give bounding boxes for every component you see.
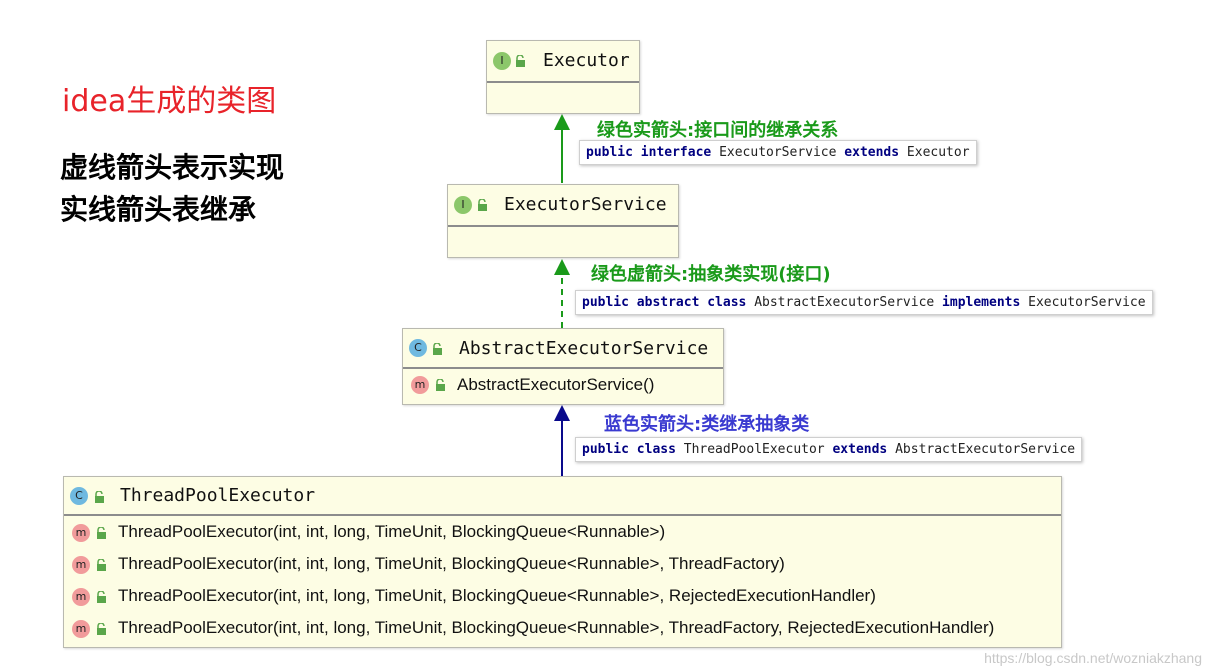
method-signature: ThreadPoolExecutor(int, int, long, TimeU… xyxy=(118,586,876,605)
method-signature: ThreadPoolExecutor(int, int, long, TimeU… xyxy=(118,618,995,637)
public-lock-icon xyxy=(95,491,104,503)
public-lock-icon xyxy=(97,527,106,539)
arrowhead-aes-to-es xyxy=(554,259,570,275)
code-type: AbstractExecutorService xyxy=(895,442,1076,457)
abstract-class-icon: C xyxy=(409,339,427,357)
code-keyword: implements xyxy=(942,295,1021,310)
code-type: ThreadPoolExecutor xyxy=(683,442,825,457)
public-lock-icon xyxy=(436,379,445,391)
annotation-interface-inheritance: 绿色实箭头:接口间的继承关系 xyxy=(597,120,839,141)
method-row[interactable]: m ThreadPoolExecutor(int, int, long, Tim… xyxy=(64,548,1061,580)
interface-icon: I xyxy=(454,196,472,214)
public-lock-icon xyxy=(97,559,106,571)
public-lock-icon xyxy=(478,199,487,211)
code-keyword: public interface xyxy=(586,145,712,160)
class-header: I Executor xyxy=(487,41,639,83)
class-header: C ThreadPoolExecutor xyxy=(64,477,1061,516)
interface-icon: I xyxy=(493,52,511,70)
method-icon: m xyxy=(72,588,90,606)
method-signature: AbstractExecutorService() xyxy=(457,375,655,394)
public-lock-icon xyxy=(97,623,106,635)
code-keyword: extends xyxy=(844,145,900,160)
class-name: ExecutorService xyxy=(504,194,667,215)
method-icon: m xyxy=(72,620,90,638)
class-name: AbstractExecutorService xyxy=(459,338,709,359)
method-row[interactable]: m ThreadPoolExecutor(int, int, long, Tim… xyxy=(64,612,1061,644)
annotation-abstract-implements: 绿色虚箭头:抽象类实现(接口) xyxy=(591,264,831,285)
arrowhead-es-to-executor xyxy=(554,114,570,130)
method-signature: ThreadPoolExecutor(int, int, long, TimeU… xyxy=(118,554,785,573)
class-box-executor[interactable]: I Executor xyxy=(486,40,640,114)
method-icon: m xyxy=(72,556,90,574)
annotation-class-extends: 蓝色实箭头:类继承抽象类 xyxy=(604,414,810,435)
code-type: ExecutorService xyxy=(1028,295,1146,310)
code-tooltip-executor-service: public interface ExecutorService extends… xyxy=(579,140,977,165)
method-signature: ThreadPoolExecutor(int, int, long, TimeU… xyxy=(118,522,666,541)
code-tooltip-thread-pool-executor: public class ThreadPoolExecutor extends … xyxy=(575,437,1083,462)
class-icon: C xyxy=(70,487,88,505)
class-name: ThreadPoolExecutor xyxy=(120,485,316,506)
class-box-abstract-executor-service[interactable]: C AbstractExecutorService m AbstractExec… xyxy=(402,328,724,405)
class-box-executor-service[interactable]: I ExecutorService xyxy=(447,184,679,258)
class-header: C AbstractExecutorService xyxy=(403,329,723,369)
class-box-thread-pool-executor[interactable]: C ThreadPoolExecutor m ThreadPoolExecuto… xyxy=(63,476,1062,648)
public-lock-icon xyxy=(97,591,106,603)
code-type: Executor xyxy=(906,145,970,160)
code-keyword: public abstract class xyxy=(582,295,747,310)
method-icon: m xyxy=(411,376,429,394)
public-lock-icon xyxy=(516,55,525,67)
watermark: https://blog.csdn.net/wozniakzhang xyxy=(984,650,1202,666)
code-type: ExecutorService xyxy=(719,145,837,160)
code-keyword: public class xyxy=(582,442,676,457)
method-row[interactable]: m AbstractExecutorService() xyxy=(403,369,723,401)
code-tooltip-abstract-executor-service: public abstract class AbstractExecutorSe… xyxy=(575,290,1153,315)
class-header: I ExecutorService xyxy=(448,185,678,227)
arrowhead-tpe-to-aes xyxy=(554,405,570,421)
code-keyword: extends xyxy=(832,442,888,457)
class-name: Executor xyxy=(543,50,630,71)
method-row[interactable]: m ThreadPoolExecutor(int, int, long, Tim… xyxy=(64,580,1061,612)
code-type: AbstractExecutorService xyxy=(754,295,935,310)
method-icon: m xyxy=(72,524,90,542)
public-lock-icon xyxy=(433,343,442,355)
method-row[interactable]: m ThreadPoolExecutor(int, int, long, Tim… xyxy=(64,516,1061,548)
